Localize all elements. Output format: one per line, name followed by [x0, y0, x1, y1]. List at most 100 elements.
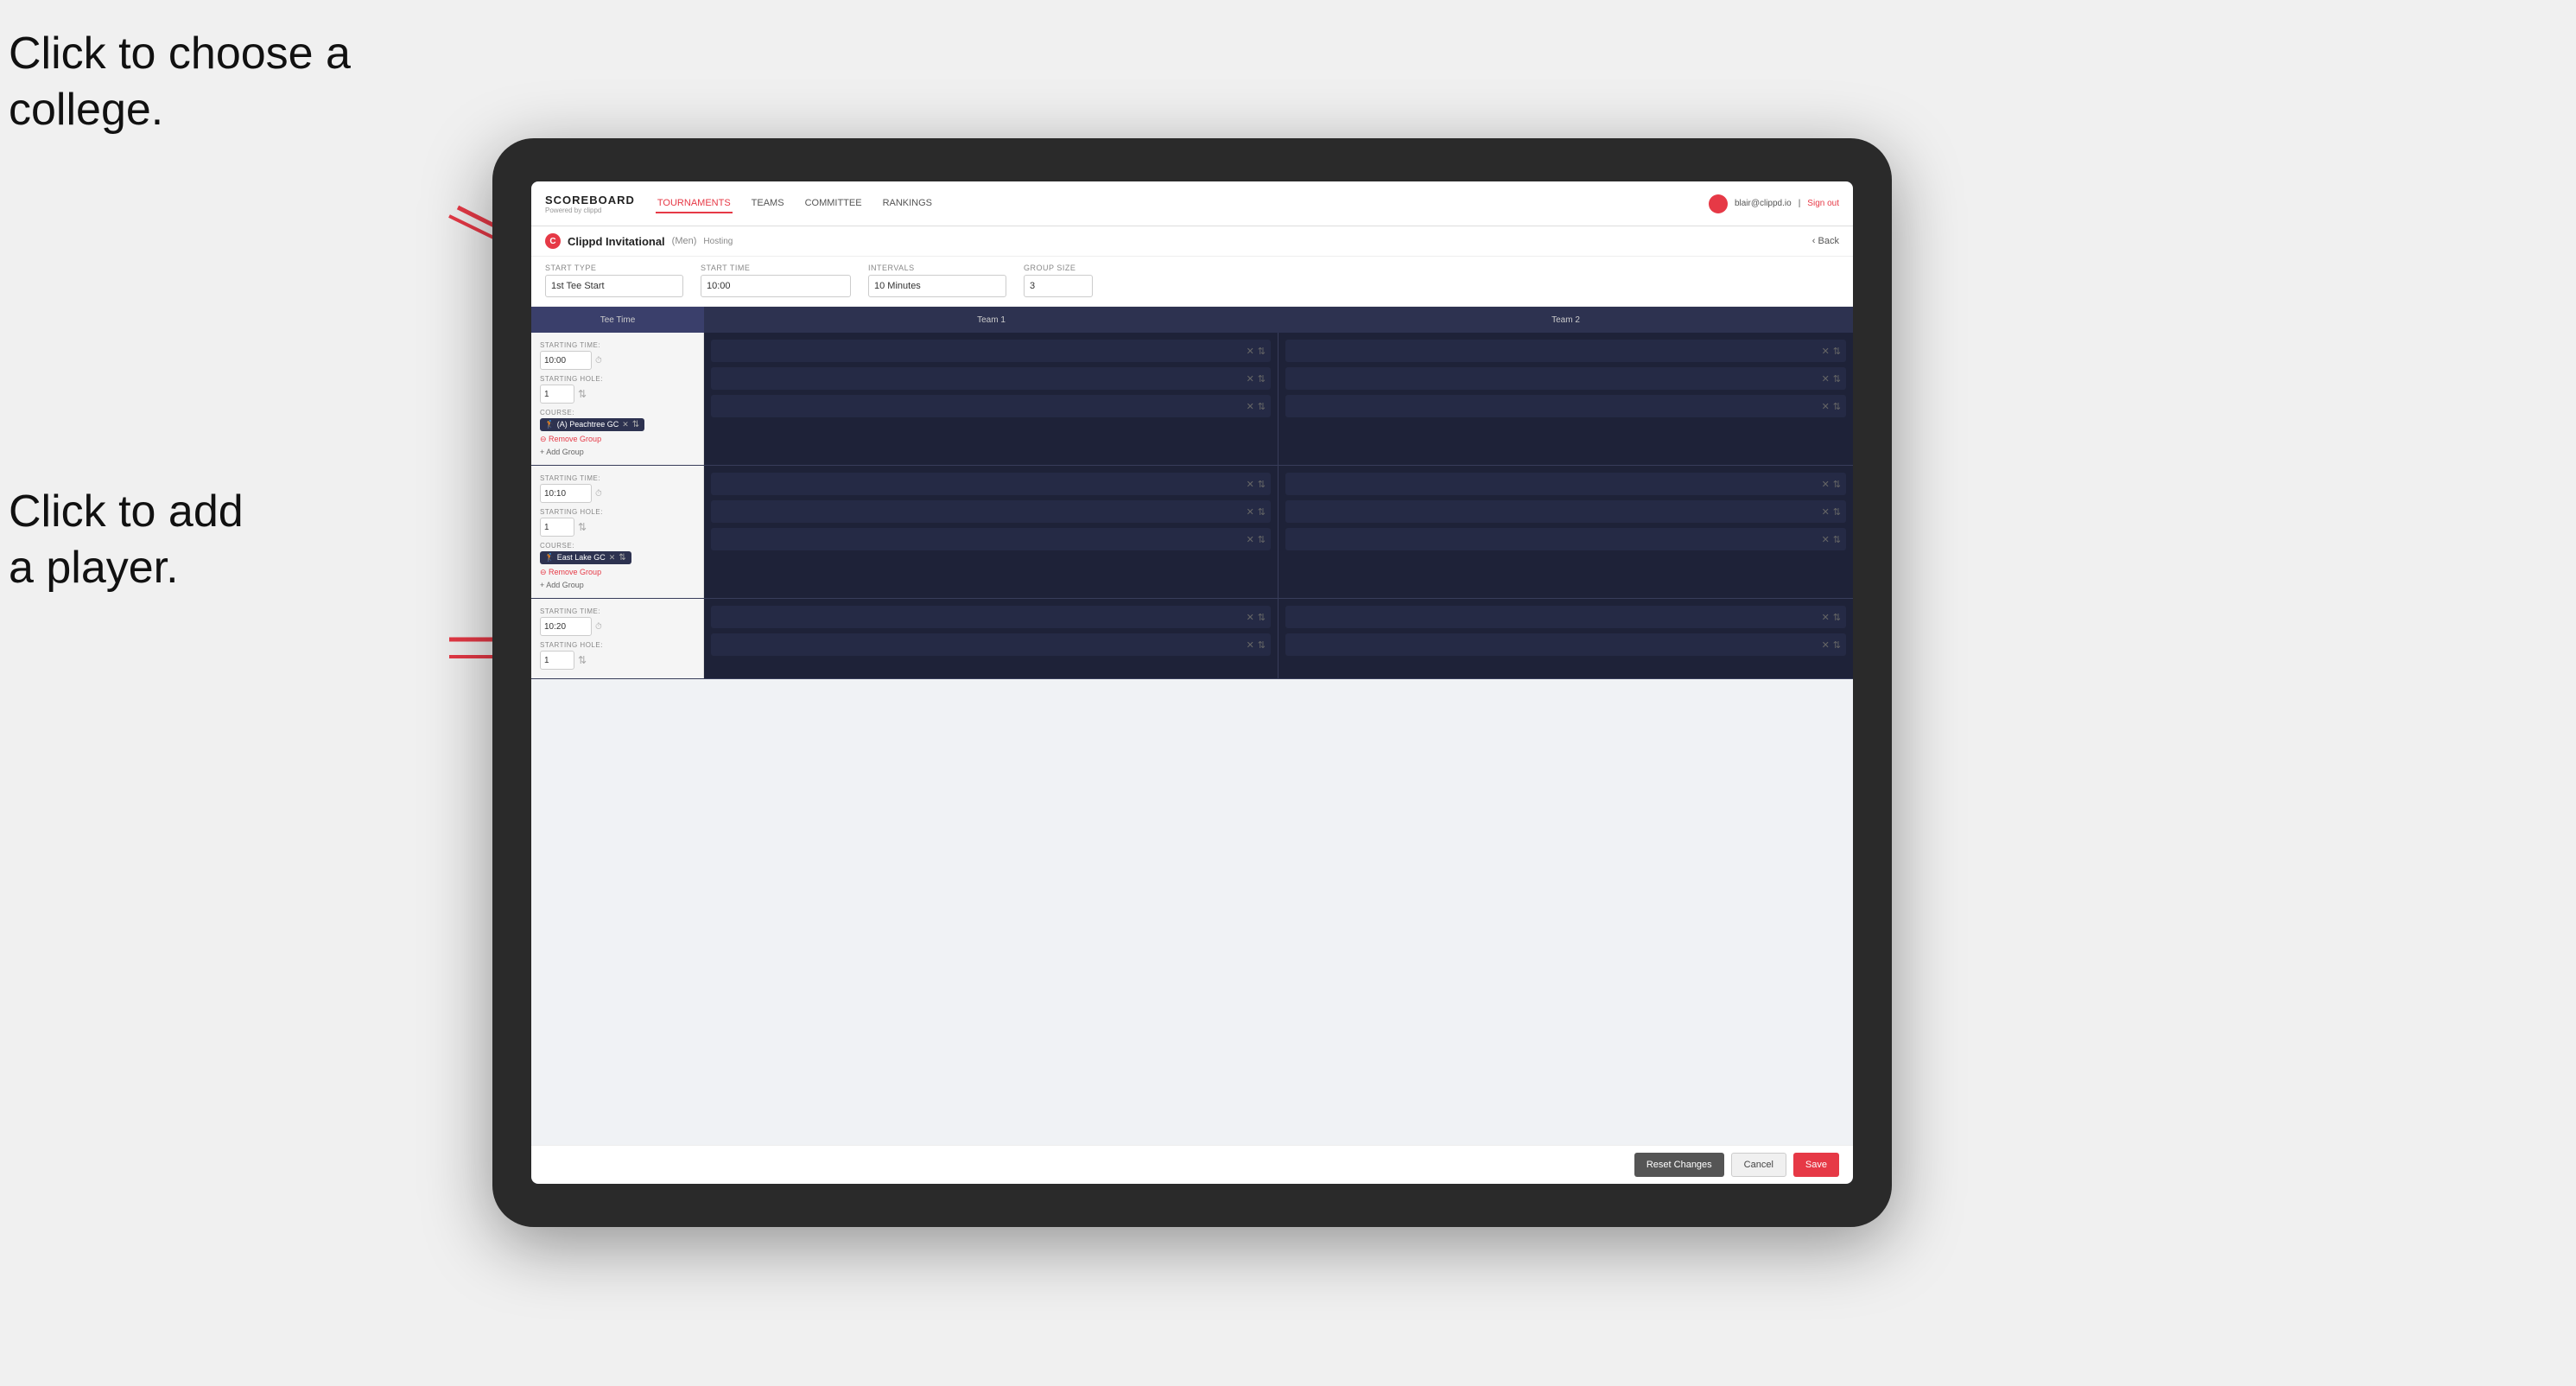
starting-time-input-3[interactable] — [540, 617, 592, 636]
user-avatar — [1709, 194, 1728, 213]
player-slot-t2-3[interactable]: ✕ ⇅ — [1285, 395, 1846, 417]
starting-time-input-1[interactable] — [540, 351, 592, 370]
slot-expand-icon[interactable]: ⇅ — [1258, 639, 1266, 651]
intervals-label: Intervals — [868, 264, 1006, 272]
group-size-select[interactable]: 3 2 4 — [1024, 275, 1093, 297]
player-slot-t2-2[interactable]: ✕ ⇅ — [1285, 367, 1846, 390]
tablet-frame: SCOREBOARD Powered by clippd TOURNAMENTS… — [492, 138, 1892, 1227]
nav-tournaments[interactable]: TOURNAMENTS — [656, 194, 733, 213]
table-container[interactable]: STARTING TIME: ⏱ STARTING HOLE: ⇅ COURSE… — [531, 333, 1853, 1145]
slot-expand-icon[interactable]: ⇅ — [1833, 506, 1841, 518]
slot-remove-icon[interactable]: ✕ — [1247, 639, 1254, 651]
starting-time-input-2[interactable] — [540, 484, 592, 503]
start-time-input[interactable] — [701, 275, 851, 297]
slot-remove-icon[interactable]: ✕ — [1822, 534, 1830, 545]
starting-hole-input-2[interactable] — [540, 518, 574, 537]
slot-expand-icon[interactable]: ⇅ — [1258, 612, 1266, 623]
slot-remove-icon[interactable]: ✕ — [1247, 612, 1254, 623]
course-label-2: COURSE: — [540, 542, 695, 550]
slot-expand-icon[interactable]: ⇅ — [1833, 401, 1841, 412]
starting-hole-input-1[interactable] — [540, 385, 574, 404]
slot-remove-icon[interactable]: ✕ — [1822, 373, 1830, 385]
slot-remove-icon[interactable]: ✕ — [1247, 401, 1254, 412]
team1-panel-1: ✕ ⇅ ✕ ⇅ ✕ ⇅ — [704, 333, 1278, 465]
hole-arrows-2: ⇅ — [578, 521, 587, 533]
course-row-1: 🏌 (A) Peachtree GC ✕ ⇅ — [540, 418, 695, 431]
nav-committee[interactable]: COMMITTEE — [803, 194, 864, 213]
team2-panel-1: ✕ ⇅ ✕ ⇅ ✕ ⇅ — [1278, 333, 1853, 465]
intervals-select[interactable]: 10 Minutes 8 Minutes 12 Minutes — [868, 275, 1006, 297]
player-slot-3-t2-1[interactable]: ✕ ⇅ — [1285, 606, 1846, 628]
clippd-logo: C — [545, 233, 561, 249]
nav-rankings[interactable]: RANKINGS — [881, 194, 934, 213]
annotation-add-player: Click to add a player. — [9, 484, 244, 596]
starting-hole-input-3[interactable] — [540, 651, 574, 670]
slot-remove-icon[interactable]: ✕ — [1822, 401, 1830, 412]
slot-expand-icon[interactable]: ⇅ — [1258, 506, 1266, 518]
slot-remove-icon[interactable]: ✕ — [1822, 479, 1830, 490]
remove-group-1[interactable]: ⊖ Remove Group — [540, 435, 695, 444]
back-button[interactable]: ‹ Back — [1812, 236, 1839, 246]
player-slot-t1-2[interactable]: ✕ ⇅ — [711, 367, 1271, 390]
player-slot-t1-1[interactable]: ✕ ⇅ — [711, 340, 1271, 362]
sign-out-separator: | — [1799, 199, 1801, 208]
cancel-button[interactable]: Cancel — [1731, 1153, 1786, 1177]
slot-remove-icon[interactable]: ✕ — [1247, 373, 1254, 385]
left-panel-2: STARTING TIME: ⏱ STARTING HOLE: ⇅ COURSE… — [531, 466, 704, 598]
add-group-1[interactable]: + Add Group — [540, 448, 695, 456]
reset-button[interactable]: Reset Changes — [1634, 1153, 1724, 1177]
slot-expand-icon[interactable]: ⇅ — [1833, 534, 1841, 545]
course-remove-2[interactable]: ✕ — [609, 553, 616, 563]
player-slot-3-t1-2[interactable]: ✕ ⇅ — [711, 633, 1271, 656]
starting-hole-label-3: STARTING HOLE: — [540, 641, 695, 649]
time-icon-3: ⏱ — [595, 622, 602, 632]
slot-remove-icon[interactable]: ✕ — [1822, 506, 1830, 518]
bottom-bar: Reset Changes Cancel Save — [531, 1145, 1853, 1184]
starting-hole-label-2: STARTING HOLE: — [540, 508, 695, 516]
sign-out-link[interactable]: Sign out — [1807, 199, 1839, 208]
col-tee-time: Tee Time — [531, 307, 704, 333]
slot-expand-icon[interactable]: ⇅ — [1833, 373, 1841, 385]
save-button[interactable]: Save — [1793, 1153, 1839, 1177]
player-slot-2-t1-3[interactable]: ✕ ⇅ — [711, 528, 1271, 550]
slot-remove-icon[interactable]: ✕ — [1247, 534, 1254, 545]
player-slot-2-t1-2[interactable]: ✕ ⇅ — [711, 500, 1271, 523]
slot-remove-icon[interactable]: ✕ — [1247, 506, 1254, 518]
slot-remove-icon[interactable]: ✕ — [1247, 479, 1254, 490]
group-size-group: Group Size 3 2 4 — [1024, 264, 1093, 297]
slot-remove-icon[interactable]: ✕ — [1247, 346, 1254, 357]
tournament-title: Clippd Invitational — [568, 235, 665, 248]
player-slot-t2-1[interactable]: ✕ ⇅ — [1285, 340, 1846, 362]
player-slot-3-t2-2[interactable]: ✕ ⇅ — [1285, 633, 1846, 656]
slot-expand-icon[interactable]: ⇅ — [1258, 373, 1266, 385]
slot-remove-icon[interactable]: ✕ — [1822, 346, 1830, 357]
slot-expand-icon[interactable]: ⇅ — [1833, 479, 1841, 490]
team1-panel-3: ✕ ⇅ ✕ ⇅ — [704, 599, 1278, 678]
remove-group-2[interactable]: ⊖ Remove Group — [540, 568, 695, 577]
player-slot-2-t2-3[interactable]: ✕ ⇅ — [1285, 528, 1846, 550]
starting-hole-row-3: ⇅ — [540, 651, 695, 670]
slot-expand-icon[interactable]: ⇅ — [1258, 479, 1266, 490]
settings-bar: Start Type 1st Tee Start Shotgun Start S… — [531, 257, 1853, 307]
nav-teams[interactable]: TEAMS — [750, 194, 786, 213]
slot-expand-icon[interactable]: ⇅ — [1833, 639, 1841, 651]
course-tag-1[interactable]: 🏌 (A) Peachtree GC ✕ ⇅ — [540, 418, 644, 431]
player-slot-3-t1-1[interactable]: ✕ ⇅ — [711, 606, 1271, 628]
left-panel-3: STARTING TIME: ⏱ STARTING HOLE: ⇅ — [531, 599, 704, 678]
slot-remove-icon[interactable]: ✕ — [1822, 612, 1830, 623]
slot-expand-icon[interactable]: ⇅ — [1833, 612, 1841, 623]
player-slot-2-t1-1[interactable]: ✕ ⇅ — [711, 473, 1271, 495]
slot-remove-icon[interactable]: ✕ — [1822, 639, 1830, 651]
slot-expand-icon[interactable]: ⇅ — [1258, 534, 1266, 545]
player-slot-2-t2-2[interactable]: ✕ ⇅ — [1285, 500, 1846, 523]
course-remove-1[interactable]: ✕ — [622, 420, 629, 429]
slot-expand-icon[interactable]: ⇅ — [1258, 401, 1266, 412]
course-tag-2[interactable]: 🏌 East Lake GC ✕ ⇅ — [540, 551, 631, 564]
start-type-select[interactable]: 1st Tee Start Shotgun Start — [545, 275, 683, 297]
slot-expand-icon[interactable]: ⇅ — [1258, 346, 1266, 357]
player-slot-t1-3[interactable]: ✕ ⇅ — [711, 395, 1271, 417]
player-slot-2-t2-1[interactable]: ✕ ⇅ — [1285, 473, 1846, 495]
slot-expand-icon[interactable]: ⇅ — [1833, 346, 1841, 357]
add-group-2[interactable]: + Add Group — [540, 581, 695, 589]
starting-time-row-1: ⏱ — [540, 351, 695, 370]
